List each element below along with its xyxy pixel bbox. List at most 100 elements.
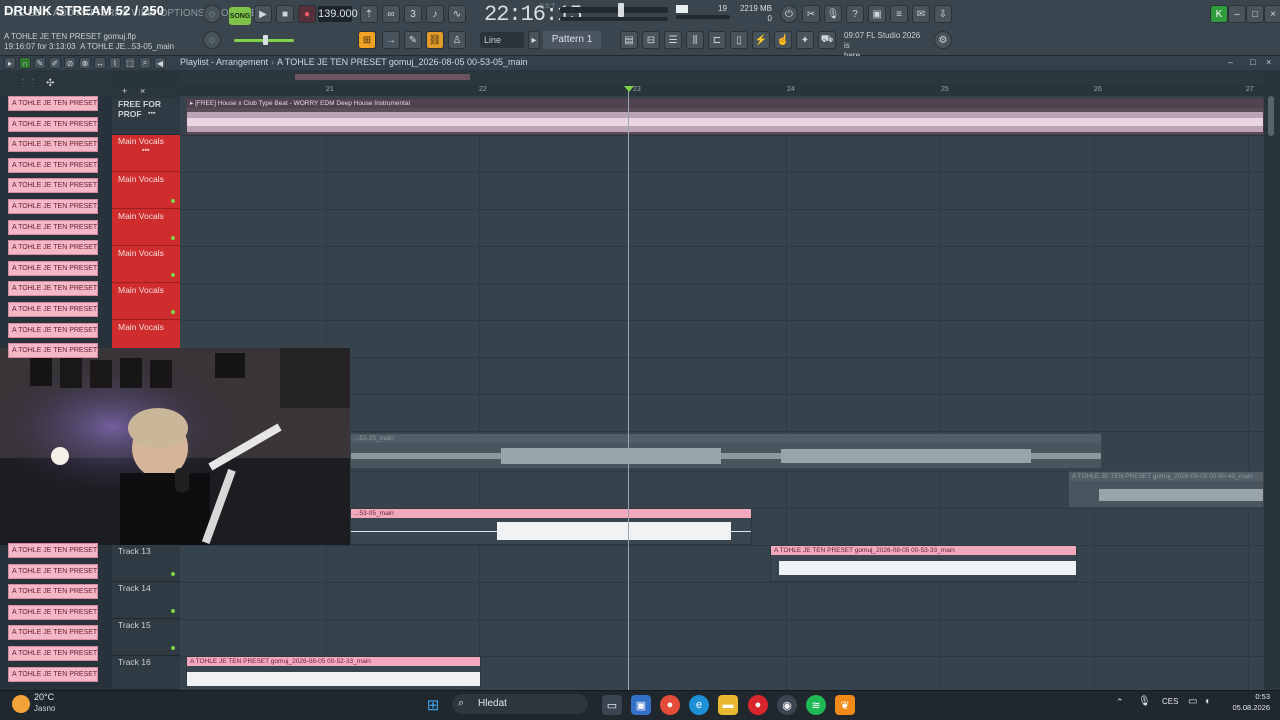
record-button[interactable]: ● [298, 5, 316, 23]
playlist-close-icon[interactable]: × [1266, 57, 1271, 67]
song-mode-button[interactable]: SONG [229, 7, 251, 25]
arrow-right-icon[interactable]: → [382, 31, 400, 49]
playlist-minimize-icon[interactable]: – [1228, 57, 1233, 67]
playlist-icon[interactable]: ▤ [620, 31, 638, 49]
shop-icon[interactable]: ✦ [796, 31, 814, 49]
store-icon[interactable]: ▣ [631, 695, 651, 715]
weather-temperature[interactable]: 20°C [34, 692, 54, 702]
master-pitch-slider[interactable] [560, 7, 668, 13]
fl-studio-icon[interactable]: ❦ [835, 695, 855, 715]
picker-clip-item[interactable]: A TOHLE JE TEN PRESET g [8, 178, 98, 194]
track-header-1[interactable]: FREE FOR PROF ▪▪▪ [112, 98, 180, 135]
add-track-icon[interactable]: + [122, 86, 127, 96]
draw-tool-icon[interactable]: ✎ [34, 57, 46, 69]
picker-clip-item[interactable]: A TOHLE JE TEN PRESET g [8, 219, 98, 235]
track-header-4[interactable]: Main Vocals [112, 209, 180, 246]
countdown-icon[interactable]: 3 [404, 5, 422, 23]
tempo-display[interactable]: 139.000 [318, 6, 358, 22]
step-sequencer-icon[interactable]: ⊟ [642, 31, 660, 49]
track-header-13[interactable]: Track 13 [112, 545, 180, 582]
picker-clip-item[interactable]: A TOHLE JE TEN PRESET g [8, 322, 98, 338]
song-position-clock[interactable]: 22:16:15 [484, 2, 583, 27]
file-icon[interactable]: ▯ [730, 31, 748, 49]
track-4-active-icon[interactable] [171, 236, 175, 240]
playhead-marker-icon[interactable] [624, 86, 634, 92]
track-6-active-icon[interactable] [171, 310, 175, 314]
reset-icon[interactable]: ⏻ [780, 5, 798, 23]
master-pitch-handle[interactable] [618, 3, 624, 17]
track-3-active-icon[interactable] [171, 199, 175, 203]
overview-viewport[interactable] [295, 74, 470, 80]
mute-tool-icon[interactable]: ⊗ [79, 57, 91, 69]
cut-icon[interactable]: ✂ [802, 5, 820, 23]
picker-clip-item[interactable]: A TOHLE JE TEN PRESET g [8, 116, 98, 132]
track-header-2[interactable]: Main Vocals ▪▪▪ [112, 135, 180, 172]
track-5-active-icon[interactable] [171, 273, 175, 277]
picker-clip-item[interactable]: A TOHLE JE TEN PRESET g [8, 240, 98, 256]
task-view-icon[interactable]: ▭ [602, 695, 622, 715]
track-header-15[interactable]: Track 15 [112, 619, 180, 656]
tray-network-icon[interactable]: ▭ [1188, 696, 1197, 707]
stamp-icon[interactable]: ♙ [448, 31, 466, 49]
picker-clip-bottom-item[interactable]: A TOHLE JE TEN PRESET g [8, 543, 98, 558]
tray-language[interactable]: CES [1162, 697, 1178, 706]
picker-clip-item[interactable]: A TOHLE JE TEN PRESET g [8, 96, 98, 111]
magnet-icon[interactable]: ∩ [19, 57, 31, 69]
picker-clip-bottom-item[interactable]: A TOHLE JE TEN PRESET g [8, 584, 98, 600]
blend-notes-icon[interactable]: ∿ [448, 5, 466, 23]
picker-clip-item[interactable]: A TOHLE JE TEN PRESET g [8, 302, 98, 317]
master-volume-knob-icon[interactable]: ◌ [203, 31, 221, 49]
pattern-select[interactable]: Pattern 1 [543, 31, 601, 49]
taskbar-search-box[interactable]: Hledat [452, 694, 588, 714]
picker-clip-bottom-item[interactable]: A TOHLE JE TEN PRESET g [8, 604, 98, 620]
picker-clip-bottom-item[interactable]: A TOHLE JE TEN PRESET g [8, 666, 98, 682]
tray-mic-icon[interactable]: 🎙 [1138, 696, 1151, 707]
track-header-5[interactable]: Main Vocals [112, 246, 180, 283]
master-volume-handle[interactable] [263, 35, 268, 45]
edge-icon[interactable]: e [689, 695, 709, 715]
pencil-icon[interactable]: ✎ [404, 31, 422, 49]
chat-icon[interactable]: ✉ [912, 5, 930, 23]
paint-tool-icon[interactable]: ✐ [49, 57, 61, 69]
picker-clip-item[interactable]: A TOHLE JE TEN PRESET g [8, 137, 98, 153]
tray-chevron-icon[interactable]: ⌃ [1116, 697, 1124, 708]
file-explorer-icon[interactable]: ▬ [718, 695, 738, 715]
slice-tool-icon[interactable]: ⌇ [109, 57, 121, 69]
select-tool-icon[interactable]: ⬚ [124, 57, 136, 69]
slip-tool-icon[interactable]: ↔ [94, 57, 106, 69]
touch-icon[interactable]: ☝ [774, 31, 792, 49]
delete-tool-icon[interactable]: ⊘ [64, 57, 76, 69]
spotify-icon[interactable]: ≋ [806, 695, 826, 715]
track-13-active-icon[interactable] [171, 572, 175, 576]
pattern-prev-icon[interactable]: ▸ [528, 31, 540, 49]
playhead-line[interactable] [628, 90, 629, 690]
weather-sun-icon[interactable] [12, 695, 30, 713]
chrome-icon[interactable]: ● [660, 695, 680, 715]
track-2-controls-icon[interactable]: ▪▪▪ [142, 147, 149, 154]
snap-select[interactable]: Line [480, 32, 524, 48]
tray-clock[interactable]: 0:53 05.08.2026 [1222, 691, 1270, 713]
download-icon[interactable]: ⇩ [934, 5, 952, 23]
picker-clip-item[interactable]: A TOHLE JE TEN PRESET g [8, 199, 98, 214]
track-header-14[interactable]: Track 14 [112, 582, 180, 619]
start-windows-icon[interactable]: ⊞ [423, 695, 443, 715]
save-icon[interactable]: ▣ [868, 5, 886, 23]
playlist-maximize-icon[interactable]: □ [1250, 57, 1255, 67]
menu-arrow-icon[interactable]: ▸ [4, 57, 16, 69]
picker-clip-item[interactable]: A TOHLE JE TEN PRESET g [8, 281, 98, 297]
picker-move-icon[interactable]: ✣ [46, 78, 54, 89]
zoom-tool-icon[interactable]: ⌕ [139, 57, 151, 69]
mixer-view-icon[interactable]: ⫼ [686, 31, 704, 49]
playback-tool-icon[interactable]: ◀ [154, 57, 166, 69]
track-header-6[interactable]: Main Vocals [112, 283, 180, 320]
typing-keyboard-icon[interactable]: ⇡ [360, 5, 378, 23]
recorder-icon[interactable]: ● [748, 695, 768, 715]
vertical-scroll-thumb[interactable] [1268, 96, 1274, 136]
audio-clip-grey-2[interactable]: A TOHLE JE TEN PRESET gomuj_2026-08-05 0… [1068, 471, 1264, 508]
kontakt-icon[interactable]: K [1210, 5, 1228, 23]
obs-icon[interactable]: ◉ [777, 695, 797, 715]
track-header-3[interactable]: Main Vocals [112, 172, 180, 209]
stop-button[interactable]: ■ [276, 5, 294, 23]
link-icon[interactable]: ⛓ [426, 31, 444, 49]
audio-clip-pink-3[interactable]: A TOHLE JE TEN PRESET gomuj_2026-08-05 0… [186, 656, 481, 690]
